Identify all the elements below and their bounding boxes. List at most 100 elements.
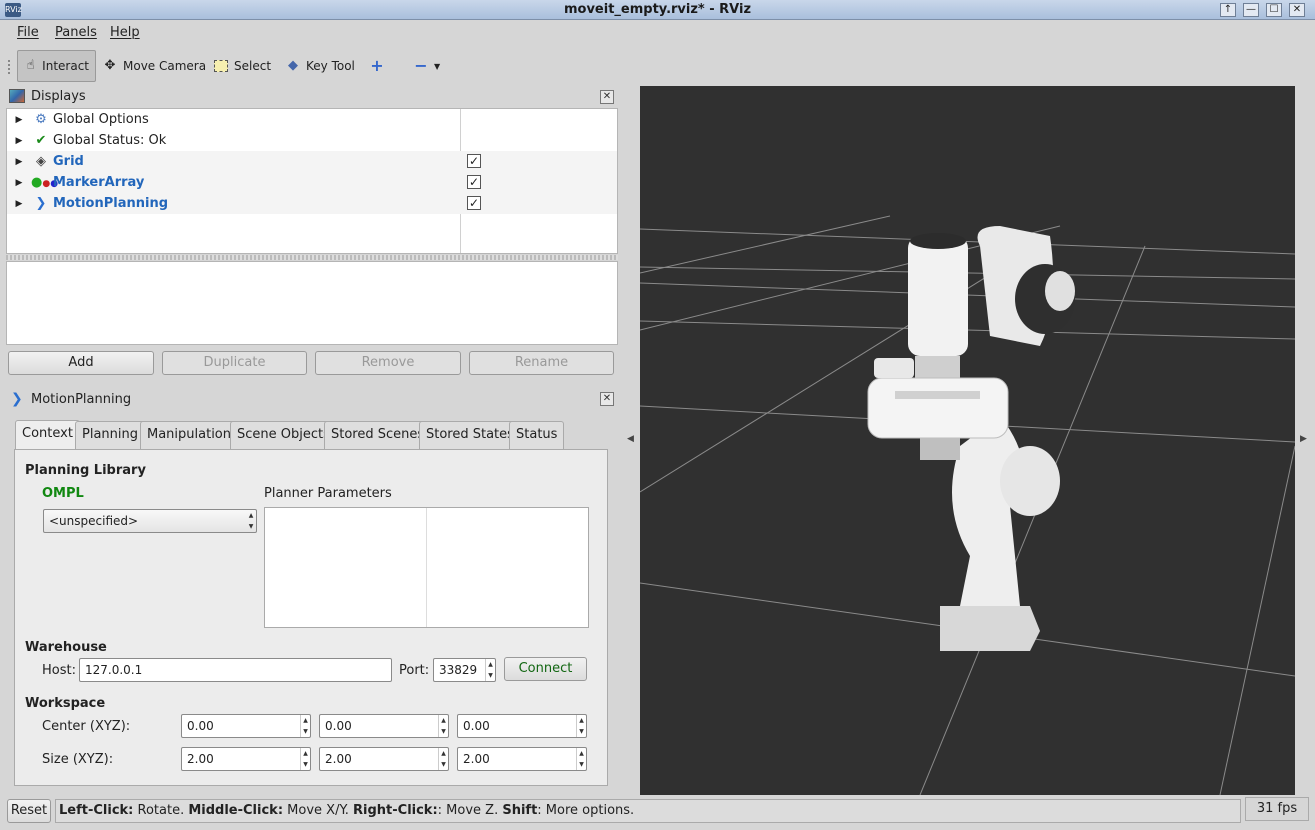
spin-arrows-icon[interactable]: ▲ ▼ (576, 715, 586, 737)
size-x-spinbox[interactable]: 2.00 ▲ ▼ (181, 747, 311, 771)
size-z-spinbox[interactable]: 2.00 ▲ ▼ (457, 747, 587, 771)
motionplanning-title: MotionPlanning (31, 392, 132, 407)
tab-stored-scenes[interactable]: Stored Scenes (324, 421, 432, 449)
gear-icon: ⚙ (35, 112, 47, 127)
tree-row-motionplanning[interactable]: ▶ ❯ MotionPlanning ✓ (7, 193, 617, 214)
remove-display-button[interactable]: Remove (315, 351, 461, 375)
monitor-icon (9, 89, 25, 103)
select-label: Select (234, 59, 272, 73)
context-tab-body: Planning Library OMPL <unspecified> ▲ ▼ P… (14, 449, 608, 786)
right-click-desc: : Move Z. (437, 803, 503, 818)
host-input[interactable]: 127.0.0.1 (79, 658, 392, 682)
displays-close-button[interactable]: ✕ (600, 90, 614, 104)
tree-row-label: Global Status: Ok (53, 133, 167, 148)
displays-panel: Displays ✕ ▶ ⚙ Global Options ▶ ✔ Global… (4, 87, 619, 383)
menu-file[interactable]: File (17, 25, 39, 40)
markerarray-enabled-checkbox[interactable]: ✓ (467, 175, 481, 189)
center-z-spinbox[interactable]: 0.00 ▲ ▼ (457, 714, 587, 738)
tab-scene-objects[interactable]: Scene Objects (230, 421, 337, 449)
close-window-button[interactable]: ✕ (1289, 3, 1305, 17)
rename-display-button[interactable]: Rename (469, 351, 614, 375)
tree-row-markerarray[interactable]: ▶ ●●● MarkerArray ✓ (7, 172, 617, 193)
add-tool-button[interactable]: + (363, 50, 391, 82)
toolbar: ☝ Interact ✥ Move Camera Select ◆ Key To… (0, 46, 1315, 86)
displays-splitter[interactable] (6, 255, 618, 260)
panel-collapse-strip[interactable]: ◀ (620, 86, 640, 795)
expand-arrow-icon[interactable]: ▶ (7, 199, 31, 209)
spin-arrows-icon[interactable]: ▲ ▼ (438, 748, 448, 770)
right-collapse-strip[interactable]: ▶ (1295, 86, 1315, 795)
spin-arrows-icon[interactable]: ▲ ▼ (438, 715, 448, 737)
tab-stored-states[interactable]: Stored States (419, 421, 521, 449)
middle-click-desc: Move X/Y. (283, 803, 354, 818)
shift-label: Shift (502, 803, 538, 818)
fps-counter: 31 fps (1245, 797, 1309, 821)
scene-render (640, 215, 1295, 795)
size-y-spinbox[interactable]: 2.00 ▲ ▼ (319, 747, 449, 771)
connect-button[interactable]: Connect (504, 657, 587, 681)
motion-icon: ❯ (11, 391, 23, 407)
expand-arrow-icon[interactable]: ▶ (7, 157, 31, 167)
left-click-label: Left-Click: (59, 803, 134, 818)
tree-row-global-options[interactable]: ▶ ⚙ Global Options (7, 109, 617, 130)
grid-icon: ◈ (36, 154, 46, 169)
render-viewport[interactable] (640, 86, 1295, 795)
duplicate-display-button[interactable]: Duplicate (162, 351, 307, 375)
select-tool-button[interactable]: Select (207, 50, 277, 82)
center-x-spinbox[interactable]: 0.00 ▲ ▼ (181, 714, 311, 738)
tab-manipulation[interactable]: Manipulation (140, 421, 239, 449)
motionplanning-panel: ❯ MotionPlanning ✕ Context Planning Mani… (4, 389, 619, 789)
tab-status[interactable]: Status (509, 421, 565, 449)
column-separator (426, 508, 427, 627)
collapse-right-icon[interactable]: ▶ (1300, 434, 1307, 444)
displays-title: Displays (31, 89, 86, 104)
menu-help[interactable]: Help (110, 25, 140, 40)
tab-context[interactable]: Context (15, 420, 80, 450)
center-y-spinbox[interactable]: 0.00 ▲ ▼ (319, 714, 449, 738)
move-arrows-icon: ✥ (104, 58, 116, 73)
toolbar-grip[interactable] (8, 60, 11, 74)
tree-row-grid[interactable]: ▶ ◈ Grid ✓ (7, 151, 617, 172)
center-xyz-label: Center (XYZ): (42, 719, 131, 734)
motionplanning-close-button[interactable]: ✕ (600, 392, 614, 406)
remove-tool-dropdown[interactable]: − ▼ (407, 50, 446, 82)
add-display-button[interactable]: Add (8, 351, 154, 375)
planner-select[interactable]: <unspecified> ▲ ▼ (43, 509, 257, 533)
motionplanning-enabled-checkbox[interactable]: ✓ (467, 196, 481, 210)
plus-icon: + (370, 56, 384, 75)
warehouse-heading: Warehouse (25, 640, 107, 655)
tree-row-label: Grid (53, 154, 84, 169)
menu-panels[interactable]: Panels (55, 25, 97, 40)
reset-button[interactable]: Reset (7, 799, 51, 823)
key-tool-button[interactable]: ◆ Key Tool (279, 50, 361, 82)
maximize-button[interactable]: ☐ (1266, 3, 1282, 17)
motion-icon: ❯ (35, 196, 47, 211)
collapse-left-icon[interactable]: ◀ (627, 434, 634, 444)
minimize-button[interactable]: — (1243, 3, 1259, 17)
planner-parameters-label: Planner Parameters (264, 486, 392, 501)
checkmark-icon: ✔ (35, 133, 47, 148)
grid-enabled-checkbox[interactable]: ✓ (467, 154, 481, 168)
interact-tool-button[interactable]: ☝ Interact (17, 50, 96, 82)
expand-arrow-icon[interactable]: ▶ (7, 115, 31, 125)
tab-planning[interactable]: Planning (75, 421, 145, 449)
planner-parameters-table[interactable] (264, 507, 589, 628)
expand-arrow-icon[interactable]: ▶ (7, 178, 31, 188)
spin-arrows-icon[interactable]: ▲ ▼ (576, 748, 586, 770)
markers-icon: ●●● (31, 175, 59, 190)
displays-tree: ▶ ⚙ Global Options ▶ ✔ Global Status: Ok… (6, 108, 618, 254)
title-bar: RViz moveit_empty.rviz* - RViz ↑ — ☐ ✕ (0, 0, 1315, 20)
port-spinbox[interactable]: 33829 ▲ ▼ (433, 658, 496, 682)
port-label: Port: (399, 663, 430, 678)
spin-arrows-icon[interactable]: ▲ ▼ (300, 748, 310, 770)
size-y-value: 2.00 (325, 752, 352, 766)
window-up-button[interactable]: ↑ (1220, 3, 1236, 17)
size-z-value: 2.00 (463, 752, 490, 766)
tree-row-global-status[interactable]: ▶ ✔ Global Status: Ok (7, 130, 617, 151)
move-camera-tool-button[interactable]: ✥ Move Camera (96, 50, 212, 82)
size-x-value: 2.00 (187, 752, 214, 766)
spin-arrows-icon[interactable]: ▲ ▼ (485, 659, 495, 681)
expand-arrow-icon[interactable]: ▶ (7, 136, 31, 146)
shift-desc: : More options. (537, 803, 635, 818)
spin-arrows-icon[interactable]: ▲ ▼ (300, 715, 310, 737)
